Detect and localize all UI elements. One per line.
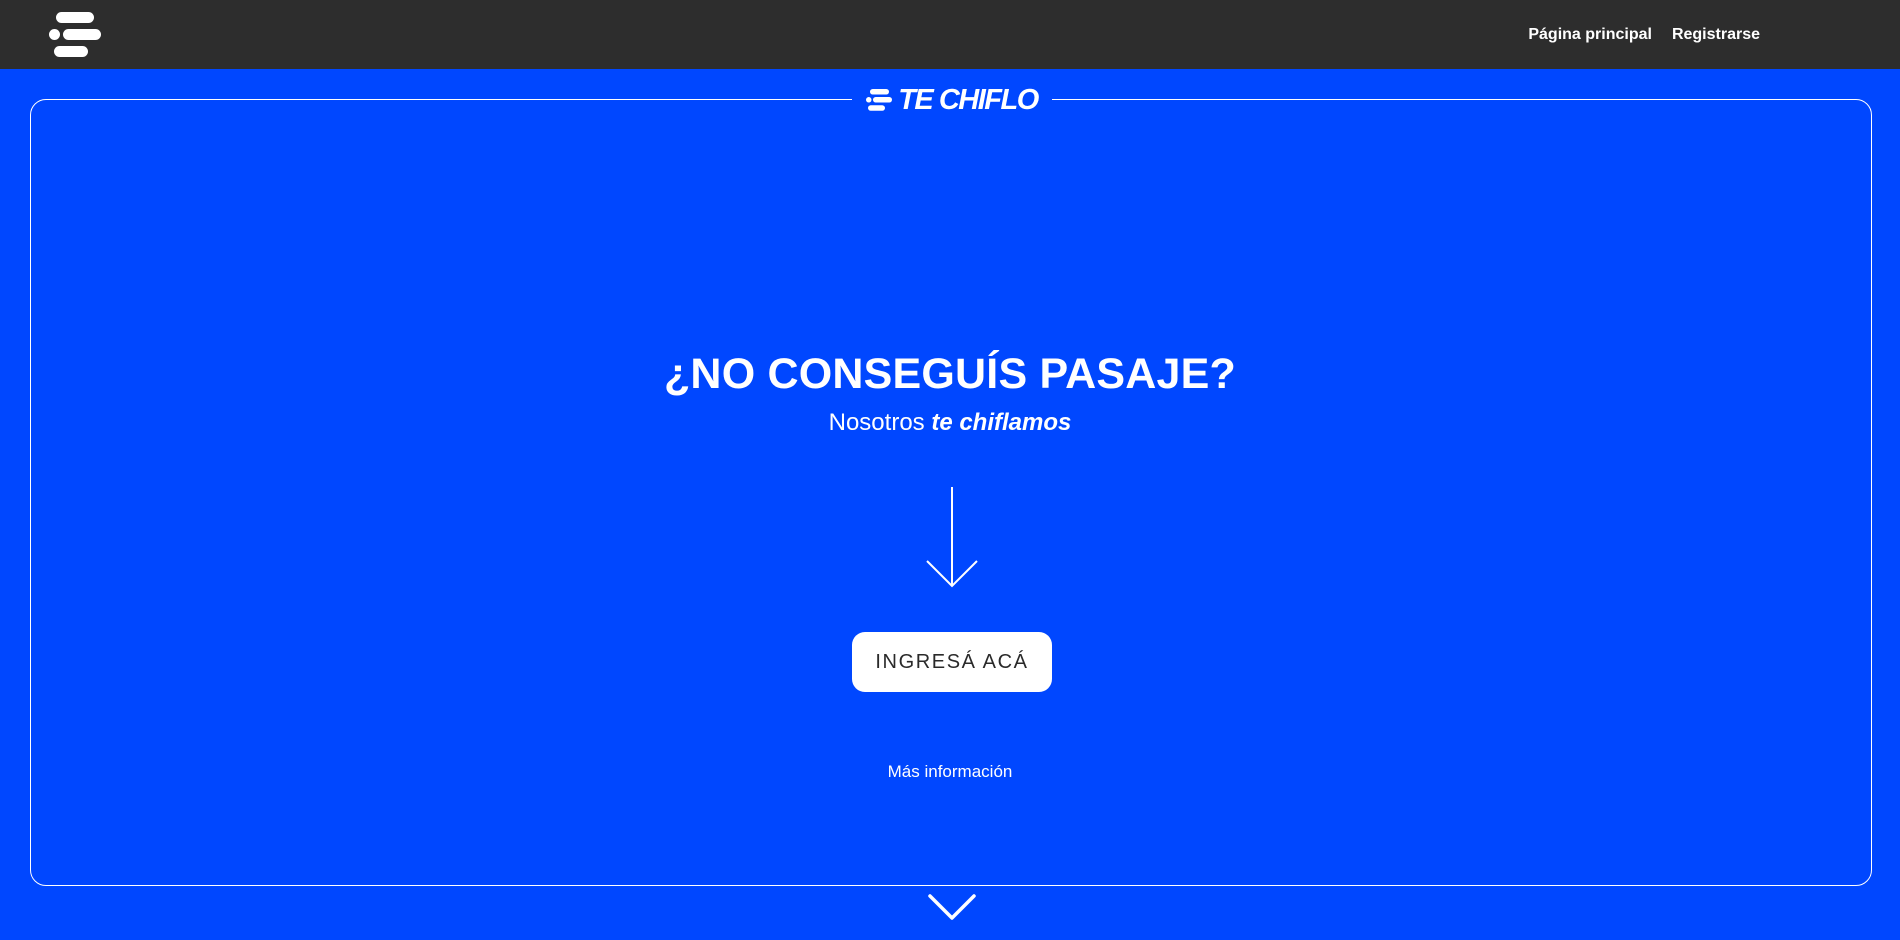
brand-name: TE CHIFLO bbox=[898, 83, 1039, 116]
brand-lines-icon bbox=[866, 89, 893, 111]
chevron-down-icon[interactable] bbox=[928, 893, 976, 921]
subheading-text: Nosotros bbox=[828, 409, 932, 436]
enter-here-button[interactable]: INGRESÁ ACÁ bbox=[852, 632, 1052, 692]
hero-headline: ¿NO CONSEGUÍS PASAJE? bbox=[663, 350, 1237, 398]
hero-subheading: Nosotros te chiflamos bbox=[0, 409, 1900, 437]
nav-link-home[interactable]: Página principal bbox=[1528, 26, 1652, 44]
subheading-emphasis: te chiflamos bbox=[931, 409, 1072, 436]
more-info-link[interactable]: Más información bbox=[0, 762, 1900, 782]
nav-link-register[interactable]: Registrarse bbox=[1672, 26, 1760, 44]
nav-links: Página principal Registrarse bbox=[1528, 0, 1760, 69]
top-navbar: Página principal Registrarse bbox=[0, 0, 1900, 69]
brand-wordmark: TE CHIFLO bbox=[852, 80, 1052, 120]
brand-lines-icon[interactable] bbox=[49, 12, 101, 58]
arrow-down-icon bbox=[926, 487, 978, 588]
